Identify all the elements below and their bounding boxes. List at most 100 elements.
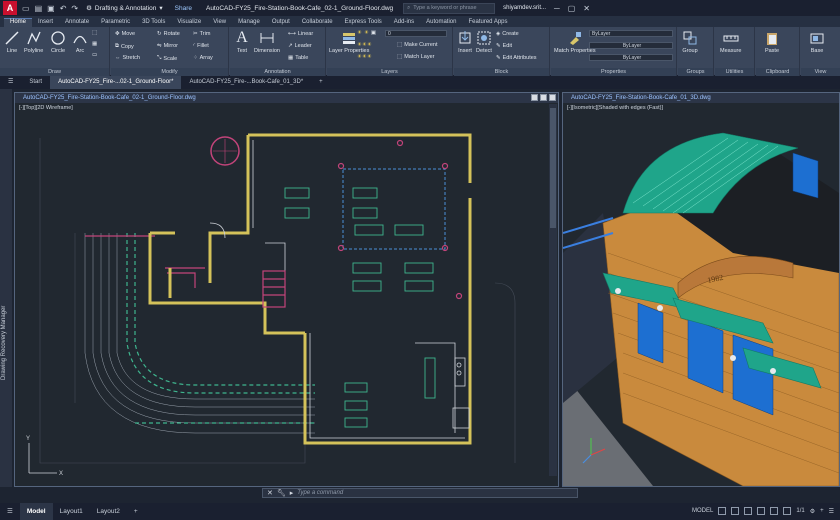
- tab-manage[interactable]: Manage: [232, 19, 266, 27]
- workspace-selector[interactable]: ⚙ Drafting & Annotation ▾: [86, 4, 163, 13]
- layers-panel-title[interactable]: Layers: [327, 68, 452, 76]
- command-line[interactable]: ✕ 🔧︎ ▸ Type a command: [262, 488, 578, 498]
- groups-panel-title[interactable]: Groups: [678, 68, 713, 76]
- view-panel-title[interactable]: View: [801, 68, 840, 76]
- color-dropdown[interactable]: ByLayer: [589, 30, 673, 37]
- match-layer-button[interactable]: ⬚ Match Layer: [397, 54, 434, 60]
- add-layout-icon[interactable]: +: [127, 503, 145, 520]
- scrollbar-thumb[interactable]: [550, 108, 556, 228]
- tab-automation[interactable]: Automation: [420, 19, 462, 27]
- layer-tools-row-1[interactable]: ☀☀☀: [357, 42, 372, 48]
- tab-collaborate[interactable]: Collaborate: [296, 19, 339, 27]
- fillet-button[interactable]: ◜ Fillet: [193, 43, 209, 49]
- viewport-minimize-icon[interactable]: [531, 94, 538, 101]
- edit-block-button[interactable]: ✎ Edit: [496, 43, 512, 49]
- group-button[interactable]: Group: [682, 30, 698, 54]
- hatch-icon[interactable]: ▦: [92, 41, 97, 47]
- open-file-icon[interactable]: ▤: [35, 4, 43, 13]
- minimize-icon[interactable]: ─: [554, 4, 560, 13]
- save-icon[interactable]: ▣: [47, 4, 55, 13]
- ortho-icon[interactable]: [744, 507, 753, 515]
- viewport-2d-plan[interactable]: AutoCAD-FY25_Fire-Station-Book-Cafe_02-1…: [14, 92, 559, 487]
- base-button[interactable]: Base: [809, 30, 825, 54]
- settings-gear-icon[interactable]: ⚙: [810, 508, 815, 515]
- close-icon[interactable]: ✕: [583, 4, 590, 13]
- tab-annotate[interactable]: Annotate: [59, 19, 95, 27]
- copy-button[interactable]: ⧉ Copy: [115, 43, 134, 50]
- clipboard-panel-title[interactable]: Clipboard: [756, 68, 799, 76]
- annotation-scale[interactable]: 1/1: [796, 508, 804, 514]
- close-command-icon[interactable]: ✕: [267, 489, 273, 497]
- block-panel-title[interactable]: Block: [454, 68, 549, 76]
- rotate-button[interactable]: ↻ Rotate: [157, 31, 180, 37]
- layer-state-icons[interactable]: ☀ ☀ ▣: [357, 30, 376, 36]
- undo-icon[interactable]: ↶: [60, 4, 67, 13]
- measure-button[interactable]: Measure: [720, 30, 741, 54]
- polar-icon[interactable]: [757, 507, 766, 515]
- drawing-recovery-manager-label[interactable]: Drawing Recovery Manager: [1, 306, 7, 380]
- tab-output[interactable]: Output: [266, 19, 296, 27]
- file-tab-ground-floor[interactable]: AutoCAD-FY25_Fire-...02-1_Ground-Floor*: [50, 76, 182, 89]
- tab-home[interactable]: Home: [4, 18, 33, 27]
- annotation-panel-title[interactable]: Annotation: [230, 68, 325, 76]
- modify-panel-title[interactable]: Modify: [111, 68, 228, 76]
- draw-panel-title[interactable]: Draw: [0, 68, 109, 76]
- line-button[interactable]: Line: [4, 30, 20, 54]
- table-button[interactable]: ▦ Table: [288, 55, 308, 61]
- edit-attributes-button[interactable]: ✎ Edit Attributes: [496, 55, 537, 61]
- lineweight-dropdown[interactable]: ByLayer: [589, 54, 673, 61]
- search-box[interactable]: ⌕ Type a keyword or phrase: [403, 2, 496, 14]
- lineweight-icon[interactable]: [783, 507, 792, 515]
- make-current-button[interactable]: ⬚ Make Current: [397, 42, 438, 48]
- command-input[interactable]: Type a command: [297, 490, 343, 496]
- linear-button[interactable]: ⟷ Linear: [288, 31, 313, 37]
- linetype-dropdown[interactable]: ByLayer: [589, 42, 673, 49]
- tab-add-ins[interactable]: Add-ins: [388, 19, 420, 27]
- rectangle-icon[interactable]: ▭: [92, 52, 97, 58]
- plus-icon[interactable]: +: [820, 508, 824, 514]
- maximize-icon[interactable]: ▢: [568, 4, 576, 13]
- polyline-button[interactable]: Polyline: [24, 30, 43, 54]
- model-space-toggle[interactable]: MODEL: [692, 508, 713, 514]
- new-tab-icon[interactable]: +: [311, 76, 331, 89]
- stretch-button[interactable]: ⇔ Stretch: [115, 55, 140, 61]
- utilities-panel-title[interactable]: Utilities: [715, 68, 754, 76]
- side-palette-strip[interactable]: [0, 89, 12, 487]
- tab-parametric[interactable]: Parametric: [95, 19, 136, 27]
- tab-insert[interactable]: Insert: [32, 19, 59, 27]
- properties-panel-title[interactable]: Properties: [551, 68, 676, 76]
- layer-dropdown[interactable]: 0: [385, 30, 447, 37]
- tab-3d-tools[interactable]: 3D Tools: [136, 19, 171, 27]
- array-button[interactable]: ⁘ Array: [193, 55, 213, 61]
- create-block-button[interactable]: ◈ Create: [496, 31, 519, 37]
- detect-button[interactable]: Detect: [476, 30, 492, 54]
- circle-button[interactable]: Circle: [50, 30, 66, 54]
- new-file-icon[interactable]: ▭: [22, 4, 30, 13]
- redo-icon[interactable]: ↷: [71, 4, 78, 13]
- tab-layout1[interactable]: Layout1: [53, 503, 90, 520]
- autocad-logo-icon[interactable]: A: [3, 1, 17, 15]
- menu-icon[interactable]: ☰: [0, 76, 21, 89]
- user-account[interactable]: shiyamdev.srit...: [503, 5, 546, 11]
- share-button[interactable]: Share: [175, 5, 192, 12]
- tab-express-tools[interactable]: Express Tools: [339, 19, 388, 27]
- arc-button[interactable]: Arc: [72, 30, 88, 54]
- tab-model[interactable]: Model: [19, 503, 53, 520]
- grid-icon[interactable]: [718, 507, 727, 515]
- trim-button[interactable]: ✂ Trim: [193, 31, 210, 37]
- viewport-restore-icon[interactable]: [540, 94, 547, 101]
- osnap-icon[interactable]: [770, 507, 779, 515]
- customize-menu-icon[interactable]: ☰: [829, 508, 834, 515]
- layout-menu-icon[interactable]: ☰: [0, 503, 20, 520]
- leader-button[interactable]: ↗ Leader: [288, 43, 312, 49]
- insert-button[interactable]: Insert: [457, 30, 473, 54]
- file-tab-start[interactable]: Start: [21, 76, 50, 89]
- text-button[interactable]: A Text: [234, 30, 250, 55]
- tab-layout2[interactable]: Layout2: [90, 503, 127, 520]
- viewport-2d-scrollbar[interactable]: [549, 104, 557, 476]
- file-tab-3d[interactable]: AutoCAD-FY25_Fire-...Book-Cafe_01_3D*: [181, 76, 311, 89]
- layer-tools-row-2[interactable]: ☀☀☀: [357, 54, 372, 60]
- move-button[interactable]: ✥ Move: [115, 31, 135, 37]
- viewport-3d-isometric[interactable]: AutoCAD-FY25_Fire-Station-Book-Cafe_01_3…: [562, 92, 840, 487]
- wrench-icon[interactable]: 🔧︎: [277, 489, 286, 497]
